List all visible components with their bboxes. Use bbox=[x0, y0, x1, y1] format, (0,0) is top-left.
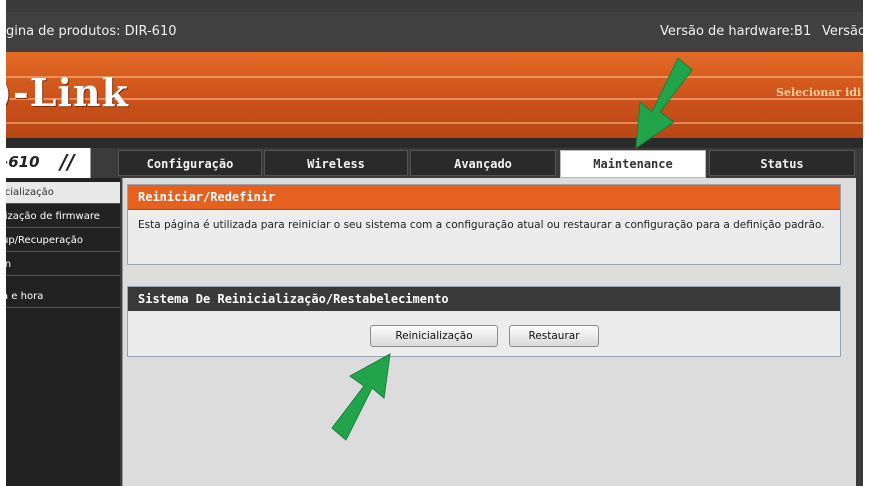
sidebar-item-label: a e hora bbox=[6, 291, 44, 302]
main-content: Reiniciar/Redefinir Esta página é utiliz… bbox=[122, 178, 856, 486]
tab-avancado[interactable]: Avançado bbox=[410, 150, 556, 176]
section-title: Sistema De Reinicialização/Restabelecime… bbox=[128, 287, 840, 311]
sidebar-item-reboot[interactable]: icialização bbox=[6, 182, 120, 204]
dlink-logo: )-Link bbox=[6, 70, 129, 115]
sidebar-item-label: up/Recuperação bbox=[6, 235, 84, 246]
header-stripe bbox=[6, 122, 863, 124]
section-description: Esta página é utilizada para reiniciar o… bbox=[138, 219, 825, 231]
button-row: Reinicialização Restaurar bbox=[128, 311, 840, 357]
sidebar-item-firmware[interactable]: lização de firmware bbox=[6, 206, 120, 228]
model-name: -610 bbox=[6, 153, 40, 171]
brand-header: )-Link Selecionar idi bbox=[6, 52, 863, 138]
sidebar-item-backup[interactable]: up/Recuperação bbox=[6, 230, 120, 252]
header-divider bbox=[6, 138, 863, 148]
hardware-version-label: Versão de hardware:B1 bbox=[660, 24, 812, 39]
tab-configuracao[interactable]: Configuração bbox=[118, 150, 262, 176]
tab-status[interactable]: Status bbox=[709, 150, 855, 176]
header-stripe bbox=[6, 98, 863, 100]
main-tabs: -610 // Configuração Wireless Avançado M… bbox=[6, 148, 863, 178]
product-page-label: ágina de produtos: DIR-610 bbox=[6, 24, 177, 39]
language-select[interactable]: Selecionar idi bbox=[776, 86, 861, 99]
tab-wireless[interactable]: Wireless bbox=[264, 150, 408, 176]
sidebar: icialização lização de firmware up/Recup… bbox=[6, 178, 120, 486]
model-slashes: // bbox=[60, 150, 75, 174]
restore-button[interactable]: Restaurar bbox=[509, 325, 599, 347]
reboot-info-panel: Reiniciar/Redefinir Esta página é utiliz… bbox=[127, 184, 841, 265]
sidebar-item-time[interactable]: a e hora bbox=[6, 286, 120, 308]
sidebar-item-label: icialização bbox=[6, 187, 54, 198]
sidebar-item-admin[interactable]: in bbox=[6, 254, 120, 276]
arrow-annotation-icon bbox=[635, 57, 693, 150]
sidebar-item-label: in bbox=[6, 254, 11, 275]
router-admin-page: ágina de produtos: DIR-610 Versão de har… bbox=[6, 0, 863, 486]
arrow-annotation-icon bbox=[331, 353, 391, 441]
top-info-bar: ágina de produtos: DIR-610 Versão de har… bbox=[6, 12, 863, 52]
section-title: Reiniciar/Redefinir bbox=[128, 185, 840, 210]
reboot-restore-panel: Sistema De Reinicialização/Restabelecime… bbox=[127, 286, 841, 357]
header-stripe bbox=[6, 76, 863, 78]
model-badge: -610 // bbox=[6, 148, 91, 178]
firmware-version-label: Versão bbox=[822, 24, 863, 39]
reboot-button[interactable]: Reinicialização bbox=[370, 325, 498, 347]
sidebar-item-label: lização de firmware bbox=[6, 211, 100, 222]
tab-maintenance[interactable]: Maintenance bbox=[560, 150, 706, 178]
